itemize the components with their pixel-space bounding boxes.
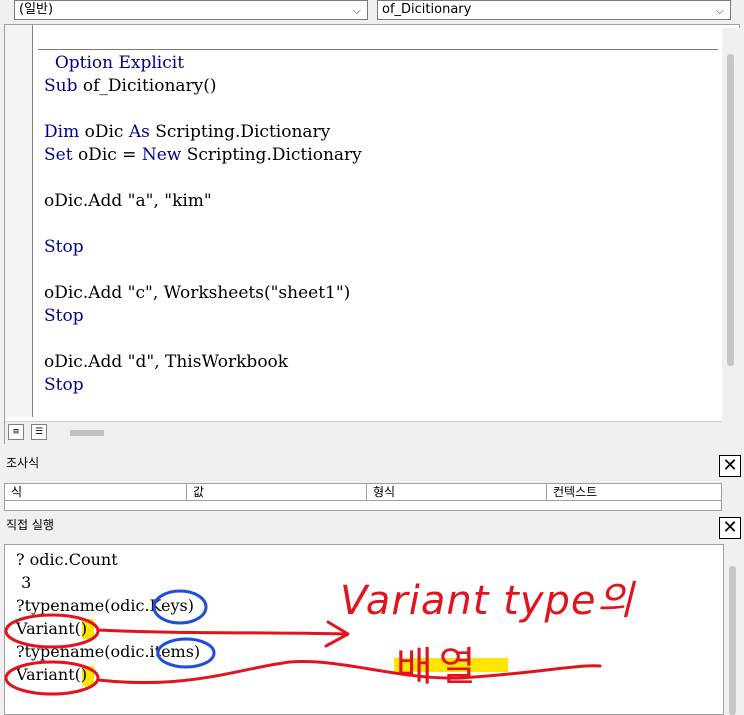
chevron-down-icon: ⌵ (352, 4, 361, 17)
code-line-stop[interactable]: Stop (44, 305, 84, 328)
object-combo[interactable]: (일반) ⌵ (14, 0, 368, 20)
procedure-view-icon[interactable]: ≡ (8, 424, 24, 440)
keyword: Stop (44, 375, 84, 395)
code-line-add-d[interactable]: oDic.Add "d", ThisWorkbook (44, 351, 288, 374)
keyword: Sub (44, 76, 78, 96)
watch-list[interactable] (4, 501, 722, 511)
code-line-set[interactable]: Set oDic = New Scripting.Dictionary (44, 144, 362, 167)
code-text: Scripting.Dictionary (181, 145, 362, 165)
watch-panel-title: 조사식 (6, 456, 40, 470)
chevron-down-icon: ⌵ (715, 4, 724, 17)
keyword: Set (44, 145, 73, 165)
annotation-variant-type: Variant type의 (340, 578, 635, 624)
keyword: New (141, 145, 182, 165)
code-line-add-a[interactable]: oDic.Add "a", "kim" (44, 190, 212, 213)
keyword: Stop (44, 237, 84, 257)
keyword: Dim (44, 122, 80, 142)
watch-col-expression[interactable]: 식 (5, 484, 186, 500)
keyword: Stop (44, 306, 84, 326)
arrow-line (96, 628, 347, 636)
watch-col-value[interactable]: 값 (186, 484, 366, 500)
code-text: oDic.Add "d", ThisWorkbook (44, 352, 289, 372)
blue-circle-keys (152, 589, 208, 625)
keyword: As (128, 122, 150, 142)
code-text: Scripting.Dictionary (149, 122, 331, 142)
margin-indicator-bar[interactable] (5, 25, 33, 417)
splitter[interactable] (0, 448, 744, 454)
code-text: oDic.Add "c", Worksheets("sheet1") (44, 283, 351, 303)
code-horizontal-scroll-thumb[interactable] (70, 430, 104, 436)
red-circle-variant (4, 613, 100, 649)
watch-col-type[interactable]: 형식 (366, 484, 546, 500)
procedure-combo-value: of_Dicitionary (382, 2, 472, 17)
close-icon[interactable]: ✕ (719, 517, 741, 539)
object-combo-value: (일반) (19, 2, 54, 17)
code-line-sub[interactable]: Sub of_Dicitionary() (44, 75, 217, 98)
code-line-dim[interactable]: Dim oDic As Scripting.Dictionary (44, 121, 330, 144)
annotation-array: 배열 (396, 644, 482, 690)
code-text: oDic = (72, 145, 142, 165)
procedure-combo[interactable]: of_Dicitionary ⌵ (377, 0, 731, 20)
blue-circle-items (156, 637, 216, 669)
code-horizontal-scrollbar[interactable] (5, 421, 722, 444)
code-line-option-explicit[interactable]: Option Explicit (44, 29, 184, 75)
annotation-overlay (4, 589, 602, 696)
code-text: oDic.Add "a", "kim" (44, 191, 212, 211)
full-module-view-icon[interactable]: ☰ (31, 424, 47, 440)
watch-list-header: 식 값 형식 컨텍스트 (4, 483, 722, 501)
immediate-panel-title: 직접 실행 (6, 518, 54, 532)
watch-col-context[interactable]: 컨텍스트 (546, 484, 722, 500)
keyword: Option Explicit (54, 53, 185, 73)
close-icon[interactable]: ✕ (719, 455, 741, 477)
code-line-stop[interactable]: Stop (44, 236, 84, 259)
code-vertical-scroll-thumb[interactable] (727, 54, 734, 366)
code-text: of_Dicitionary() (77, 76, 217, 96)
code-line-stop[interactable]: Stop (44, 374, 84, 397)
red-circle-variant (4, 660, 100, 696)
code-text: oDic (79, 122, 129, 142)
code-line-add-c[interactable]: oDic.Add "c", Worksheets("sheet1") (44, 282, 350, 305)
